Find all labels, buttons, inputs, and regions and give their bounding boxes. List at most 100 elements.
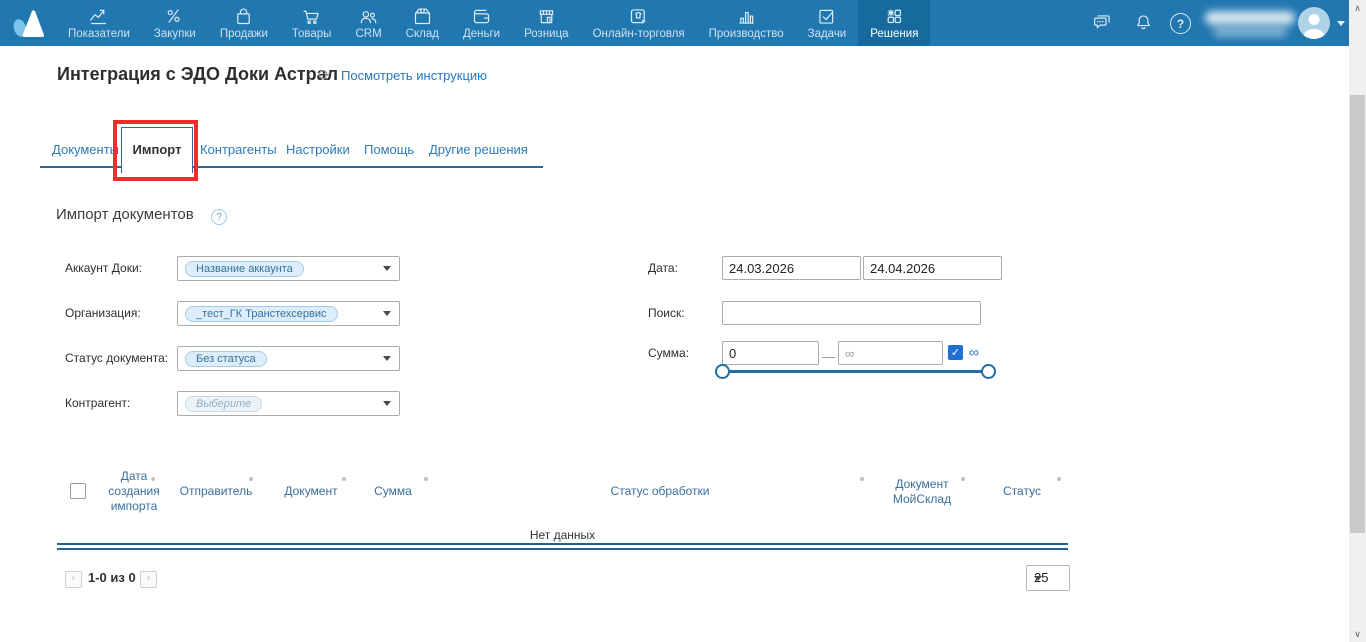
select-all-checkbox[interactable] [70,483,86,499]
nav-item-label: Задачи [808,28,847,40]
chevron-down-icon [1034,576,1042,581]
apps-grid-icon [884,6,905,27]
doc-status-label: Статус документа: [65,351,168,365]
percent-icon [164,6,185,27]
page-title: Интеграция с ЭДО Доки Астрал [57,64,338,85]
chat-icon[interactable] [1092,12,1113,38]
nav-item-indicators[interactable]: Показатели [56,0,142,46]
sum-label: Сумма: [648,346,689,360]
column-header-moysklad-document[interactable]: Документ МойСклад [882,477,962,507]
section-help-icon[interactable]: ? [211,209,227,225]
moysklad-logo[interactable] [9,6,47,45]
nav-item-label: Показатели [68,28,130,40]
moysklad-logo-icon [9,6,47,40]
tab-settings[interactable]: Настройки [286,142,350,157]
avatar[interactable] [1298,7,1330,39]
search-label: Поиск: [648,306,685,320]
doc-status-chip: Без статуса [185,351,267,367]
chart-line-icon [88,6,109,27]
nav-item-money[interactable]: Деньги [451,0,512,46]
nav-item-label: Закупки [154,28,196,40]
account-label: Аккаунт Доки: [65,261,142,275]
nav-item-label: Деньги [463,28,500,40]
tab-help[interactable]: Помощь [364,142,414,157]
nav-item-retail[interactable]: Розница [512,0,580,46]
bar-chart-icon [736,6,757,27]
annotation-highlight-box [113,120,198,181]
sum-range-separator: — [822,349,835,364]
infinity-label: ∞ [969,344,979,360]
nav-item-solutions[interactable]: Решения [858,0,930,46]
counterparty-label: Контрагент: [65,396,130,410]
check-icon: ✓ [951,346,960,359]
top-navigation-bar: Показатели Закупки Продажи Товары [0,0,1366,46]
tab-counterparties[interactable]: Контрагенты [200,142,277,157]
sort-indicator-dot [860,477,864,481]
screen: Показатели Закупки Продажи Товары [0,0,1366,642]
tab-documents[interactable]: Документы [52,142,119,157]
shopping-cart-icon [301,6,322,27]
nav-item-label: CRM [355,28,381,40]
column-header-processing-status[interactable]: Статус обработки [605,484,715,499]
sum-to-input[interactable] [838,341,943,365]
search-input[interactable] [722,301,981,325]
sort-indicator-dot [342,477,346,481]
scroll-up-glyph: ∧ [1354,3,1361,13]
nav-item-crm[interactable]: CRM [343,0,393,46]
sort-indicator-dot [424,477,428,481]
page-size-select[interactable]: 25 [1026,565,1070,591]
question-glyph: ? [216,212,222,223]
column-header-sum[interactable]: Сумма [363,484,423,499]
people-icon [358,6,379,27]
nav-item-purchases[interactable]: Закупки [142,0,208,46]
sort-indicator-dot [151,477,155,481]
vertical-scrollbar[interactable]: ∧ ∨ [1349,0,1366,642]
nav-item-tasks[interactable]: Задачи [796,0,859,46]
nav-item-sales[interactable]: Продажи [208,0,280,46]
checkbox-check-icon [816,6,837,27]
notifications-bell-icon[interactable] [1133,12,1154,38]
scroll-down-icon[interactable]: ∨ [1349,626,1366,642]
user-menu-chevron-down-icon[interactable] [1337,21,1345,26]
nav-item-label: Розница [524,28,568,40]
next-page-button[interactable]: › [140,571,157,588]
shopping-bag-icon [233,6,254,27]
help-icon[interactable]: ? [1170,13,1191,34]
sum-slider-handle-left[interactable] [715,364,730,379]
counterparty-select[interactable]: Выберите [177,391,400,416]
empty-table-message: Нет данных [57,528,1068,542]
online-shop-icon [628,6,649,27]
account-select[interactable]: Название аккаунта [177,256,400,281]
scrollbar-thumb[interactable] [1350,95,1365,533]
infinity-checkbox[interactable]: ✓ [948,345,963,360]
nav-item-warehouse[interactable]: Склад [394,0,451,46]
tab-other-solutions[interactable]: Другие решения [429,142,528,157]
column-header-status[interactable]: Статус [992,484,1052,499]
sum-slider-handle-right[interactable] [981,364,996,379]
nav-item-production[interactable]: Производство [697,0,796,46]
column-header-import-date[interactable]: Дата создания импорта [99,469,169,514]
nav-item-goods[interactable]: Товары [280,0,344,46]
user-company-redacted [1213,27,1287,37]
chevron-right-icon: › [147,572,151,584]
chevron-down-icon [383,401,391,406]
scroll-up-icon[interactable]: ∧ [1349,0,1366,16]
doc-status-select[interactable]: Без статуса [177,346,400,371]
organization-select[interactable]: _тест_ГК Транстехсервис [177,301,400,326]
nav-item-online-trade[interactable]: Онлайн-торговля [581,0,697,46]
column-header-document[interactable]: Документ [276,484,346,499]
column-header-sender[interactable]: Отправитель [176,484,256,499]
refresh-icon[interactable]: ⟳ [318,66,331,84]
view-instruction-link[interactable]: Посмотреть инструкцию [341,68,487,83]
sum-from-input[interactable] [722,341,819,365]
prev-page-button[interactable]: ‹ [65,571,82,588]
storefront-icon [536,6,557,27]
nav-item-label: Склад [406,28,439,40]
main-nav: Показатели Закупки Продажи Товары [56,0,930,46]
nav-item-label: Онлайн-торговля [593,28,685,40]
account-chip: Название аккаунта [185,261,304,277]
date-from-input[interactable] [722,256,861,280]
sum-slider-track[interactable] [722,370,988,373]
date-to-input[interactable] [863,256,1002,280]
wallet-icon [471,6,492,27]
